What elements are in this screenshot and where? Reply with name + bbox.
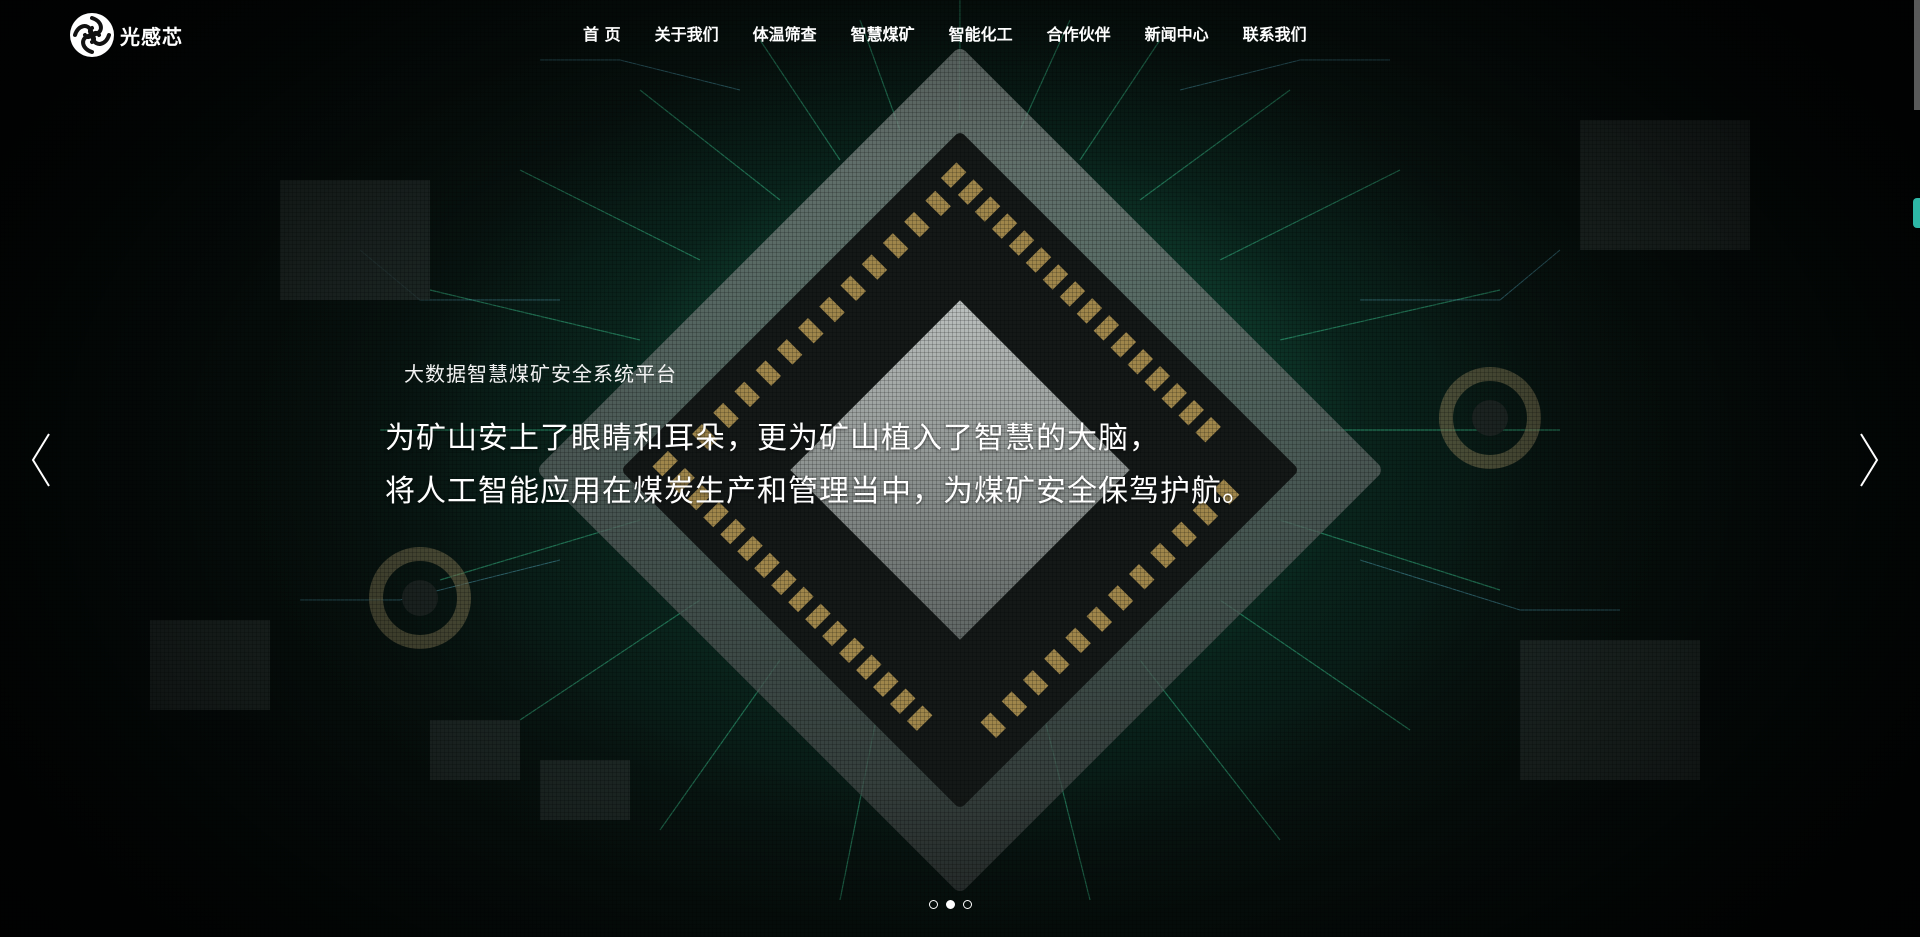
- page: 光感芯 首 页 关于我们 体温筛查 智慧煤矿 智能化工 合作伙伴 新闻中心 联系…: [0, 0, 1920, 937]
- carousel-dot-3[interactable]: [963, 900, 972, 909]
- chevron-left-icon: [31, 433, 50, 487]
- brand-name: 光感芯: [120, 24, 183, 49]
- carousel-dot-2[interactable]: [946, 900, 955, 909]
- nav-item-home[interactable]: 首 页: [566, 22, 638, 48]
- carousel-dot-1[interactable]: [929, 900, 938, 909]
- nav-item-smart-chemical[interactable]: 智能化工: [932, 22, 1030, 48]
- scrollbar[interactable]: [1914, 0, 1920, 110]
- site-header: 光感芯 首 页 关于我们 体温筛查 智慧煤矿 智能化工 合作伙伴 新闻中心 联系…: [0, 0, 1920, 70]
- carousel-prev-button[interactable]: [29, 432, 53, 488]
- carousel-pagination: [929, 900, 972, 909]
- nav-item-about[interactable]: 关于我们: [638, 22, 736, 48]
- nav-item-smart-mining[interactable]: 智慧煤矿: [834, 22, 932, 48]
- nav-item-news[interactable]: 新闻中心: [1128, 22, 1226, 48]
- side-float-tab[interactable]: [1913, 198, 1920, 228]
- chevron-right-icon: [1860, 433, 1879, 487]
- swirl-logo-icon: [70, 13, 114, 57]
- brand-logo[interactable]: 光感芯: [70, 12, 183, 58]
- nav-item-temperature-screening[interactable]: 体温筛查: [736, 22, 834, 48]
- carousel-next-button[interactable]: [1857, 432, 1881, 488]
- nav-item-partners[interactable]: 合作伙伴: [1030, 22, 1128, 48]
- hero-subtitle: 大数据智慧煤矿安全系统平台: [404, 362, 677, 386]
- hero-headline-line-1: 为矿山安上了眼睛和耳朵，更为矿山植入了智慧的大脑，: [385, 421, 1160, 456]
- hero-headline-line-2: 将人工智能应用在煤炭生产和管理当中，为煤矿安全保驾护航。: [385, 474, 1253, 509]
- main-nav: 首 页 关于我们 体温筛查 智慧煤矿 智能化工 合作伙伴 新闻中心 联系我们: [566, 22, 1324, 48]
- nav-item-contact[interactable]: 联系我们: [1226, 22, 1324, 48]
